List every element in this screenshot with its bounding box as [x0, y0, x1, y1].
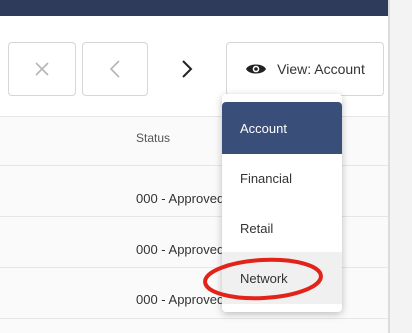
scrollbar-track[interactable] — [388, 0, 412, 333]
view-dropdown-menu: Account Financial Retail Network — [222, 94, 342, 312]
table-cell-status: 000 - Approved — [136, 292, 224, 307]
menu-item-retail[interactable]: Retail — [222, 202, 342, 254]
column-header-status[interactable]: Status — [136, 131, 170, 145]
menu-item-account[interactable]: Account — [222, 102, 342, 154]
app-header-bar — [0, 0, 388, 16]
menu-item-financial[interactable]: Financial — [222, 152, 342, 204]
view-dropdown-button[interactable]: View: Account — [226, 42, 384, 96]
previous-button[interactable] — [82, 42, 148, 96]
close-button[interactable] — [8, 42, 76, 96]
table-cell-status: 000 - Approved — [136, 242, 224, 257]
close-icon — [35, 62, 49, 76]
eye-icon — [245, 61, 267, 77]
divider — [0, 318, 388, 319]
table-cell-status: 000 - Approved — [136, 191, 224, 206]
next-button[interactable] — [154, 42, 220, 96]
chevron-right-icon — [181, 59, 193, 79]
view-dropdown-label: View: Account — [277, 61, 365, 77]
chevron-left-icon — [109, 59, 121, 79]
menu-item-network[interactable]: Network — [222, 252, 342, 304]
scrollbar-edge — [388, 0, 390, 333]
